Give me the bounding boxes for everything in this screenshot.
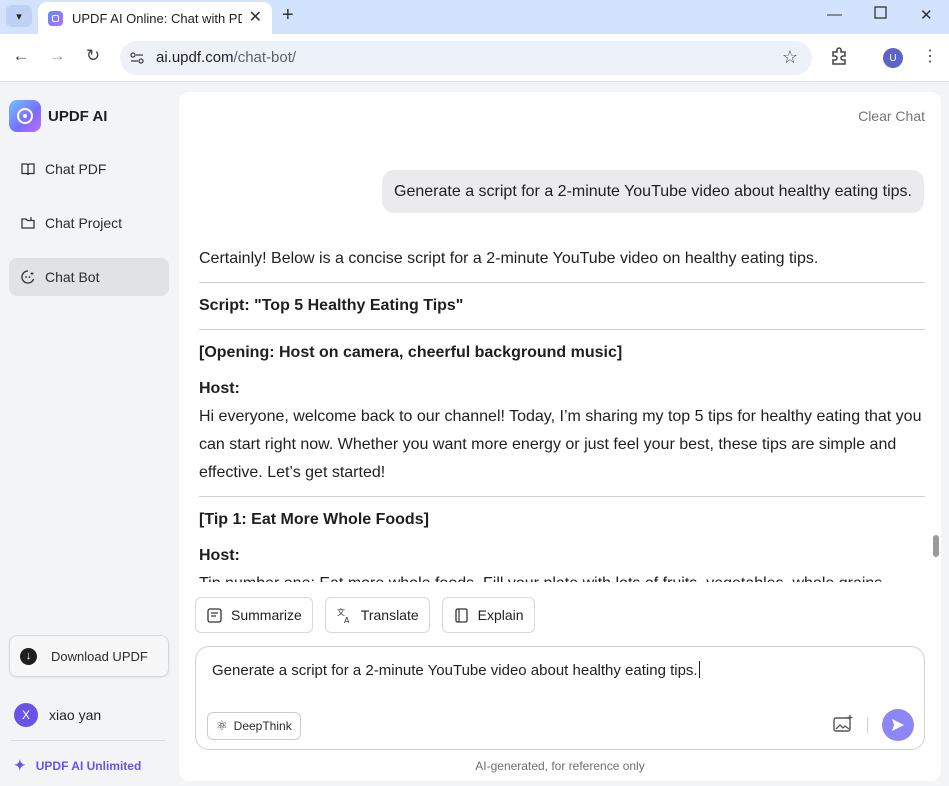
browser-tab[interactable]: UPDF AI Online: Chat with PDF ✕ — [38, 2, 272, 34]
reload-button[interactable]: ↻ — [82, 46, 104, 66]
sidebar-item-chat-project[interactable]: Chat Project — [9, 204, 169, 242]
profile-avatar[interactable]: U — [883, 48, 903, 68]
user-name: xiao yan — [49, 707, 102, 723]
divider — [199, 496, 925, 497]
upgrade-unlimited-link[interactable]: ✦ UPDF AI Unlimited — [14, 757, 141, 774]
text-caret — [698, 661, 700, 678]
host-text: Tip number one: Eat more whole foods. Fi… — [199, 570, 925, 582]
assistant-answer: Certainly! Below is a concise script for… — [199, 237, 925, 582]
brand-name: UPDF AI — [48, 107, 108, 125]
summarize-button[interactable]: Summarize — [195, 597, 313, 633]
message-composer[interactable]: Generate a script for a 2-minute YouTube… — [195, 646, 925, 750]
new-tab-button[interactable]: + — [282, 5, 294, 25]
summarize-icon — [206, 607, 223, 624]
user-message-bubble: Generate a script for a 2-minute YouTube… — [382, 170, 924, 213]
sidebar-item-label: Chat Bot — [45, 269, 100, 285]
sidebar-divider — [10, 740, 165, 741]
deepthink-label: DeepThink — [233, 719, 292, 733]
address-bar[interactable]: ai.updf.com/chat-bot/ ☆ — [120, 41, 812, 75]
maximize-button[interactable] — [874, 6, 887, 23]
translate-icon: 文A — [336, 607, 353, 624]
host-label: Host: — [199, 380, 240, 397]
send-icon — [892, 719, 904, 731]
opening-heading: [Opening: Host on camera, cheerful backg… — [199, 344, 623, 361]
image-upload-icon[interactable] — [832, 713, 854, 735]
divider — [199, 329, 925, 330]
chat-panel: Clear Chat Generate a script for a 2-min… — [179, 92, 941, 781]
updf-favicon-icon — [48, 10, 63, 26]
book-icon — [453, 607, 470, 624]
book-icon — [20, 161, 36, 177]
back-button[interactable]: ← — [10, 46, 32, 66]
sidebar-item-label: Chat Project — [45, 215, 123, 231]
tab-close-icon[interactable]: ✕ — [249, 10, 262, 26]
composer-separator — [867, 717, 868, 733]
atom-icon: ⚛ — [216, 718, 228, 733]
bookmark-star-icon[interactable]: ☆ — [782, 47, 798, 68]
divider — [199, 282, 925, 283]
site-info-icon[interactable] — [129, 50, 145, 66]
app: UPDF AI Chat PDF Chat Project Chat Bot ↓… — [0, 82, 949, 786]
explain-button[interactable]: Explain — [441, 597, 535, 633]
send-button[interactable] — [882, 709, 914, 741]
quick-actions: Summarize 文A Translate Explain — [195, 597, 547, 633]
tip-heading: [Tip 1: Eat More Whole Foods] — [199, 511, 429, 528]
browser-tabstrip: ▾ UPDF AI Online: Chat with PDF ✕ + — ✕ — [0, 0, 949, 34]
script-title: Script: "Top 5 Healthy Eating Tips" — [199, 297, 464, 314]
user-account[interactable]: X xiao yan — [14, 703, 101, 727]
tab-search-button[interactable]: ▾ — [6, 5, 32, 27]
forward-button[interactable]: → — [46, 46, 68, 66]
clear-chat-button[interactable]: Clear Chat — [858, 108, 925, 124]
download-updf-button[interactable]: ↓ Download UPDF — [9, 635, 169, 677]
browser-toolbar: ← → ↻ ai.updf.com/chat-bot/ ☆ U ⋮ — [0, 34, 949, 82]
extensions-icon[interactable] — [829, 46, 849, 66]
scrollbar-thumb[interactable] — [933, 535, 939, 557]
close-window-button[interactable]: ✕ — [920, 6, 933, 24]
updf-ai-logo-icon — [9, 100, 41, 132]
action-label: Explain — [477, 607, 524, 623]
host-label: Host: — [199, 547, 240, 564]
translate-button[interactable]: 文A Translate — [324, 597, 430, 633]
answer-intro: Certainly! Below is a concise script for… — [199, 250, 819, 267]
deepthink-toggle[interactable]: ⚛ DeepThink — [207, 712, 301, 740]
svg-text:A: A — [344, 616, 350, 624]
avatar: X — [14, 703, 38, 727]
message-input[interactable]: Generate a script for a 2-minute YouTube… — [212, 661, 700, 679]
minimize-button[interactable]: — — [827, 6, 842, 23]
action-label: Translate — [360, 607, 419, 623]
unlimited-label: UPDF AI Unlimited — [35, 758, 142, 773]
folder-icon — [20, 215, 36, 231]
brand[interactable]: UPDF AI — [9, 100, 107, 132]
sidebar: UPDF AI Chat PDF Chat Project Chat Bot ↓… — [0, 82, 178, 786]
sidebar-item-label: Chat PDF — [45, 161, 107, 177]
sparkle-icon: ✦ — [14, 757, 26, 773]
ai-disclaimer: AI-generated, for reference only — [475, 759, 645, 773]
bot-icon — [20, 269, 36, 285]
sidebar-item-chat-pdf[interactable]: Chat PDF — [9, 150, 169, 188]
action-label: Summarize — [231, 607, 302, 623]
browser-menu-icon[interactable]: ⋮ — [922, 46, 938, 66]
download-label: Download UPDF — [51, 648, 148, 664]
sidebar-item-chat-bot[interactable]: Chat Bot — [9, 258, 169, 296]
host-text: Hi everyone, welcome back to our channel… — [199, 408, 922, 481]
tab-title: UPDF AI Online: Chat with PDF — [72, 10, 242, 26]
download-icon: ↓ — [20, 647, 37, 665]
url-text: ai.updf.com/chat-bot/ — [156, 49, 297, 66]
